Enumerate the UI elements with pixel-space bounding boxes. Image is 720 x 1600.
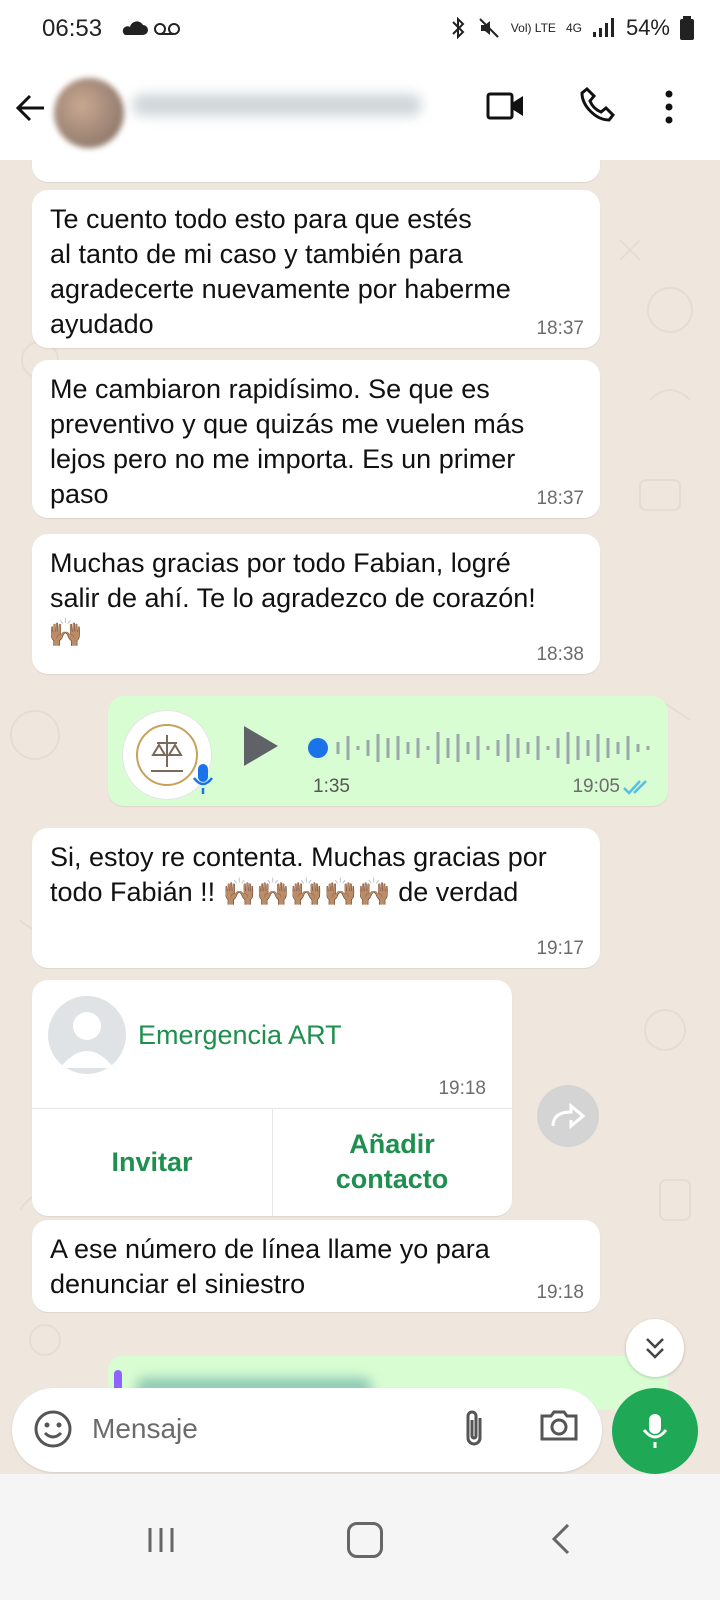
more-options-icon[interactable] [664, 90, 674, 124]
message-time: 18:38 [536, 644, 584, 665]
voice-record-button[interactable] [612, 1388, 698, 1474]
status-right-icons: Vol) LTE 4G 54% [449, 15, 694, 41]
mic-icon [193, 764, 213, 794]
status-bar: 06:53 Vol) LTE 4G 54% [0, 0, 720, 56]
audio-waveform [336, 732, 650, 764]
recent-apps-icon[interactable] [146, 1526, 176, 1554]
add-contact-button[interactable]: Añadir contacto [272, 1108, 512, 1216]
camera-icon[interactable] [539, 1407, 579, 1443]
video-call-icon[interactable] [486, 90, 526, 122]
contact-card-bubble[interactable]: Emergencia ART 19:18 Invitar Añadir cont… [32, 980, 512, 1216]
back-arrow-icon[interactable] [14, 92, 48, 124]
read-receipt-icon [623, 780, 647, 795]
message-text: Muchas gracias por todo Fabian, logré sa… [50, 548, 536, 613]
message-text: Me cambiaron rapidísimo. Se que es preve… [50, 374, 525, 509]
message-bubble[interactable]: Te cuento todo esto para que estés al ta… [32, 190, 600, 348]
contact-avatar[interactable] [54, 78, 124, 148]
bluetooth-icon [452, 16, 465, 40]
battery-percent: 54% [625, 15, 670, 40]
message-emoji: 🙌🏽 [48, 617, 83, 648]
forward-button[interactable] [537, 1085, 599, 1147]
message-time: 19:18 [536, 1282, 584, 1303]
play-button[interactable] [244, 726, 278, 766]
message-bubble[interactable]: Muchas gracias por todo Fabian, logré sa… [32, 534, 600, 674]
message-bubble-partial [32, 160, 600, 182]
message-bubble[interactable]: A ese número de línea llame yo para denu… [32, 1220, 600, 1312]
message-input[interactable]: Mensaje [92, 1413, 198, 1445]
phone-icon[interactable] [578, 86, 616, 124]
message-time: 19:18 [438, 1078, 486, 1099]
message-text: A ese número de línea llame yo para denu… [50, 1234, 490, 1299]
invite-button[interactable]: Invitar [32, 1108, 272, 1216]
forward-icon [551, 1102, 586, 1130]
signal-icon [592, 18, 614, 37]
contact-card-avatar [48, 996, 126, 1074]
attach-icon[interactable] [460, 1408, 488, 1450]
network-label: Vol) LTE [510, 21, 556, 35]
message-text: Te cuento todo esto para que estés al ta… [50, 204, 511, 339]
voice-message-bubble[interactable]: 1:35 19:05 [108, 696, 668, 806]
back-icon[interactable] [550, 1522, 572, 1556]
voice-duration: 1:35 [313, 776, 350, 797]
mute-icon [479, 18, 499, 38]
mic-icon [642, 1414, 668, 1448]
contact-card-name[interactable]: Emergencia ART [138, 1020, 342, 1051]
cloud-icon [122, 21, 148, 35]
message-bubble[interactable]: Si, estoy re contenta. Muchas gracias po… [32, 828, 600, 968]
voicemail-icon [154, 23, 166, 35]
contact-name-blurred[interactable] [132, 94, 422, 116]
status-left-icons [118, 17, 188, 44]
message-time: 18:37 [536, 488, 584, 509]
message-text: Si, estoy re contenta. Muchas gracias po… [50, 842, 547, 907]
chat-header [0, 56, 720, 160]
playback-thumb[interactable] [308, 738, 328, 758]
emoji-icon[interactable] [30, 1406, 76, 1452]
scroll-down-icon [646, 1338, 664, 1359]
signal-label: 4G [565, 21, 582, 35]
message-list[interactable]: Te cuento todo esto para que estés al ta… [0, 160, 720, 1410]
message-time: 19:05 [572, 776, 620, 797]
message-composer[interactable]: Mensaje [12, 1388, 602, 1472]
message-bubble[interactable]: Me cambiaron rapidísimo. Se que es preve… [32, 360, 600, 518]
home-button[interactable] [347, 1522, 383, 1558]
message-time: 18:37 [536, 318, 584, 339]
system-navigation-bar [0, 1474, 720, 1600]
status-time: 06:53 [42, 15, 103, 42]
battery-icon [680, 16, 694, 40]
message-time: 19:17 [536, 938, 584, 959]
scroll-down-button[interactable] [626, 1319, 684, 1377]
